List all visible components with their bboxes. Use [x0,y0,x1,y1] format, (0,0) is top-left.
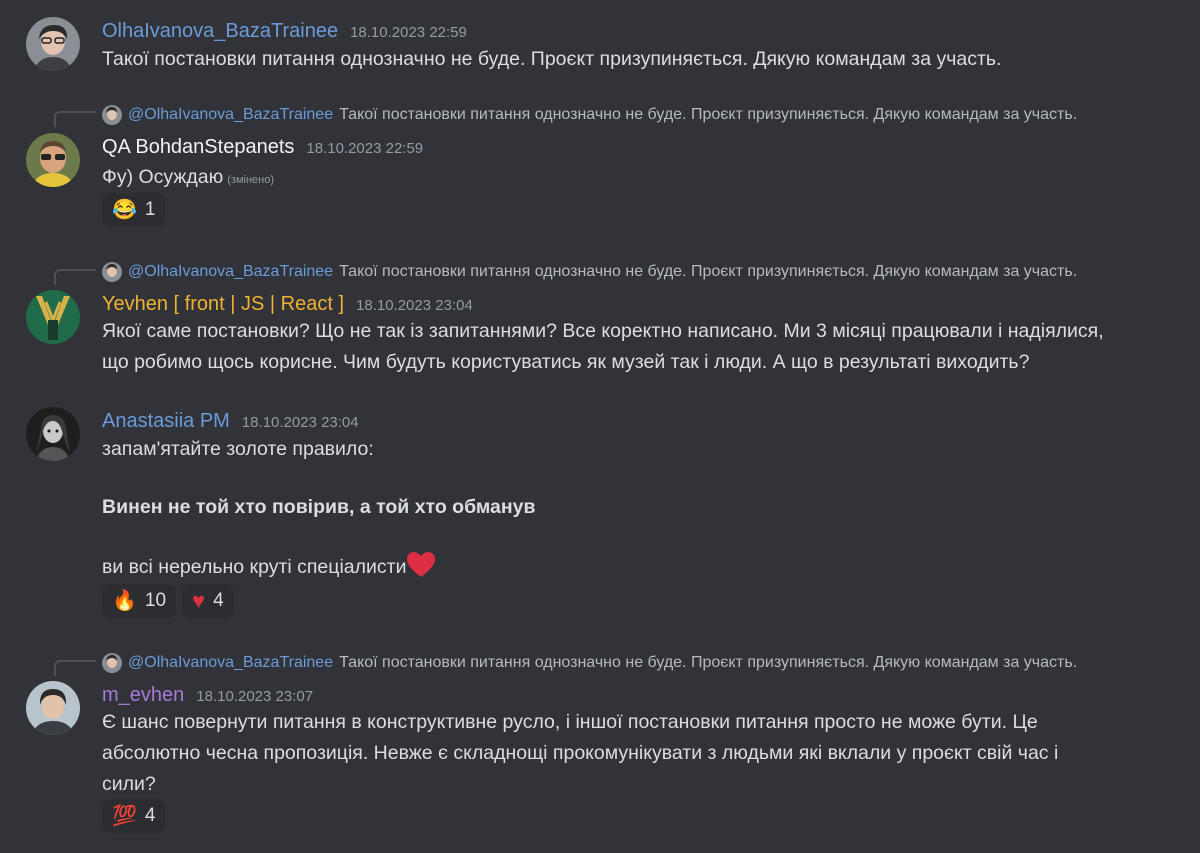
reaction-hundred[interactable]: 💯 4 [102,799,166,833]
reply-text: Такої постановки питання однозначно не б… [339,263,1078,280]
reactions: 😂 1 [102,193,166,227]
message-text-line: сили? [102,773,156,795]
reply-spine [54,269,96,285]
reactions: 🔥 10 ♥ 4 [102,584,234,618]
hundred-points-emoji-icon: 💯 [112,805,137,827]
reply-username[interactable]: @OlhaIvanova_BazaTrainee [128,263,333,281]
reaction-count: 4 [213,590,224,611]
message-text: Фу) Осуждаю [102,166,224,188]
message-text-row: ви всі нерельно круті спеціалисти [102,551,1182,583]
timestamp: 18.10.2023 23:07 [196,688,314,705]
reply-avatar [102,653,122,673]
timestamp: 18.10.2023 22:59 [350,24,467,41]
red-heart-icon [407,552,436,577]
fire-emoji-icon: 🔥 [112,590,137,612]
reply-preview[interactable]: @OlhaIvanova_BazaTrainee Такої постановк… [102,260,1152,284]
reply-avatar [102,105,122,125]
author-name[interactable]: QA BohdanStepanets [102,136,294,159]
avatar[interactable] [26,681,80,735]
avatar[interactable] [26,17,80,71]
message-bold-line: Винен не той хто повірив, а той хто обма… [102,496,536,518]
reply-preview[interactable]: @OlhaIvanova_BazaTrainee Такої постановк… [102,103,1152,127]
author-name[interactable]: Yevhen [ front | JS | React ] [102,293,344,316]
author-name[interactable]: m_evhen [102,684,184,707]
heart-emoji-icon: ♥ [192,588,206,613]
author-name[interactable]: OlhaIvanova_BazaTrainee [102,20,338,43]
avatar[interactable] [26,133,80,187]
reply-spine [54,660,96,676]
reaction-laugh[interactable]: 😂 1 [102,193,166,227]
timestamp: 18.10.2023 23:04 [356,297,473,314]
message-text-line: запам'ятайте золоте правило: [102,438,374,460]
message-text-row: Фу) Осуждаю (змінено) [102,162,1182,196]
author-name[interactable]: Anastasiia PM [102,410,230,433]
reply-text: Такої постановки питання однозначно не б… [339,654,1078,671]
reply-text: Такої постановки питання однозначно не б… [339,106,1078,123]
reaction-heart[interactable]: ♥ 4 [182,584,234,618]
message-text: Такої постановки питання однозначно не б… [102,48,1002,70]
message-text-line: абсолютно чесна пропозиція. Невже є скла… [102,742,1059,764]
reply-username[interactable]: @OlhaIvanova_BazaTrainee [128,654,333,672]
edited-label: (змінено) [227,174,275,186]
timestamp: 18.10.2023 23:04 [241,414,359,431]
avatar[interactable] [26,290,80,344]
reaction-count: 4 [144,805,156,826]
laughing-emoji-icon: 😂 [112,199,137,221]
message-text-line: що робимо щось корисне. Чим будуть корис… [102,351,1030,373]
timestamp: 18.10.2023 22:59 [306,140,424,157]
message-text-line: Якої саме постановки? Що не так із запит… [102,320,1104,342]
message-text-line: Є шанс повернути питання в конструктивне… [102,711,1038,733]
reply-username[interactable]: @OlhaIvanova_BazaTrainee [128,106,333,124]
reaction-count: 10 [144,590,167,611]
reply-preview[interactable]: @OlhaIvanova_BazaTrainee Такої постановк… [102,651,1152,675]
message-text-line: ви всі нерельно круті спеціалисти [102,556,407,578]
reply-avatar [102,262,122,282]
reaction-fire[interactable]: 🔥 10 [102,584,177,618]
reactions: 💯 4 [102,799,166,833]
reaction-count: 1 [144,199,156,220]
avatar[interactable] [26,407,80,461]
reply-spine [54,111,96,127]
